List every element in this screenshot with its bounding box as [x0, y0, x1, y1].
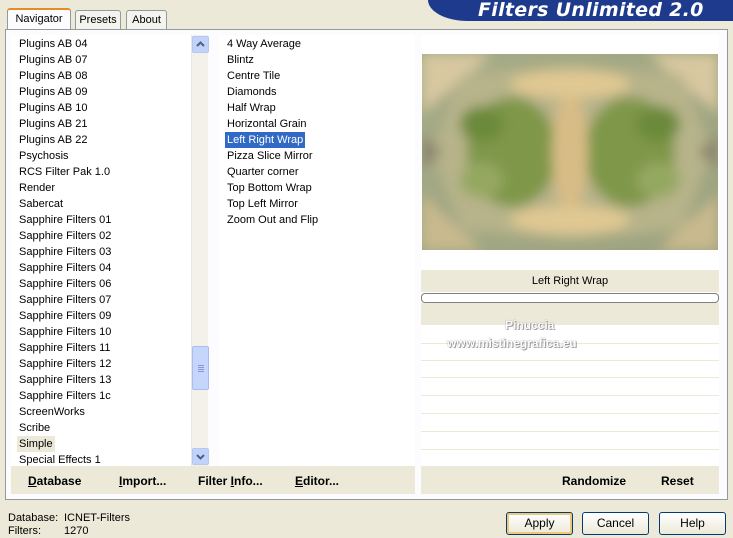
preview-image: [422, 54, 718, 250]
param-separator: [421, 360, 719, 361]
filter-item[interactable]: Centre Tile: [225, 68, 282, 84]
filters-count-value: 1270: [64, 525, 89, 537]
category-item[interactable]: Sabercat: [17, 196, 65, 212]
param-separator: [421, 413, 719, 414]
category-item[interactable]: Render: [17, 180, 57, 196]
category-item[interactable]: Plugins AB 04: [17, 36, 90, 52]
filter-list[interactable]: 4 Way Average Blintz Centre Tile Diamonds Ha…: [219, 35, 415, 466]
import-button[interactable]: Import...: [119, 474, 166, 488]
category-item[interactable]: Plugins AB 07: [17, 52, 90, 68]
category-item[interactable]: Sapphire Filters 03: [17, 244, 113, 260]
database-value: ICNET-Filters: [64, 512, 130, 524]
database-label: Database:: [8, 512, 59, 524]
category-item[interactable]: Sapphire Filters 1c: [17, 388, 113, 404]
arrow-up-icon: [196, 41, 205, 47]
category-item[interactable]: Sapphire Filters 09: [17, 308, 113, 324]
selected-filter-name: Left Right Wrap: [421, 270, 719, 292]
filter-item[interactable]: Blintz: [225, 52, 256, 68]
filter-item[interactable]: Zoom Out and Flip: [225, 212, 320, 228]
category-item[interactable]: Sapphire Filters 04: [17, 260, 113, 276]
tab-about[interactable]: About: [126, 10, 167, 30]
app-title: Filters Unlimited 2.0: [478, 0, 704, 21]
cancel-button[interactable]: Cancel: [582, 512, 649, 535]
filter-item[interactable]: Left Right Wrap: [225, 132, 306, 148]
category-item[interactable]: ScreenWorks: [17, 404, 87, 420]
apply-button[interactable]: Apply: [506, 512, 573, 535]
category-item[interactable]: Scribe: [17, 420, 52, 436]
param-separator: [421, 395, 719, 396]
watermark-name: Pinuccia: [505, 318, 555, 332]
randomize-button[interactable]: Randomize: [562, 474, 626, 488]
filter-item[interactable]: Pizza Slice Mirror: [225, 148, 315, 164]
progress-bar: [421, 293, 719, 303]
category-item[interactable]: Sapphire Filters 02: [17, 228, 113, 244]
scroll-down-button[interactable]: [192, 448, 209, 465]
category-item[interactable]: Sapphire Filters 10: [17, 324, 113, 340]
category-item[interactable]: Sapphire Filters 01: [17, 212, 113, 228]
filter-item[interactable]: Half Wrap: [225, 100, 278, 116]
param-separator: [421, 431, 719, 432]
help-button[interactable]: Help: [659, 512, 726, 535]
category-item[interactable]: Plugins AB 21: [17, 116, 90, 132]
database-button[interactable]: Database: [28, 474, 81, 488]
filter-item[interactable]: Top Bottom Wrap: [225, 180, 314, 196]
category-item[interactable]: Plugins AB 10: [17, 100, 90, 116]
category-item[interactable]: Sapphire Filters 11: [17, 340, 113, 356]
category-item[interactable]: Sapphire Filters 07: [17, 292, 113, 308]
category-item[interactable]: Psychosis: [17, 148, 71, 164]
watermark-url: www.mistinegrafica.eu: [447, 336, 577, 350]
param-separator: [421, 377, 719, 378]
category-item[interactable]: Sapphire Filters 13: [17, 372, 113, 388]
category-item[interactable]: Sapphire Filters 06: [17, 276, 113, 292]
category-item[interactable]: Plugins AB 09: [17, 84, 90, 100]
category-list[interactable]: Plugins AB 04 Plugins AB 07 Plugins AB 08 P…: [11, 35, 192, 466]
filter-info-button[interactable]: Filter Info...: [198, 474, 263, 488]
filter-item[interactable]: Diamonds: [225, 84, 279, 100]
filter-item[interactable]: Quarter corner: [225, 164, 301, 180]
category-item[interactable]: Plugins AB 08: [17, 68, 90, 84]
tab-navigator[interactable]: Navigator: [7, 8, 71, 30]
filter-item[interactable]: Top Left Mirror: [225, 196, 300, 212]
scroll-thumb[interactable]: [192, 346, 209, 390]
filter-item[interactable]: Horizontal Grain: [225, 116, 308, 132]
scroll-up-button[interactable]: [192, 36, 209, 53]
tab-presets[interactable]: Presets: [75, 10, 121, 30]
editor-button[interactable]: Editor...: [295, 474, 339, 488]
category-scrollbar[interactable]: [191, 35, 209, 466]
category-item[interactable]: Simple: [17, 436, 55, 452]
category-item[interactable]: Plugins AB 22: [17, 132, 90, 148]
parameter-header: [421, 303, 719, 325]
filters-count-label: Filters:: [8, 525, 41, 537]
category-item[interactable]: RCS Filter Pak 1.0: [17, 164, 112, 180]
arrow-down-icon: [196, 454, 205, 460]
param-separator: [421, 449, 719, 450]
reset-button[interactable]: Reset: [661, 474, 694, 488]
filter-item[interactable]: 4 Way Average: [225, 36, 303, 52]
category-item[interactable]: Sapphire Filters 12: [17, 356, 113, 372]
